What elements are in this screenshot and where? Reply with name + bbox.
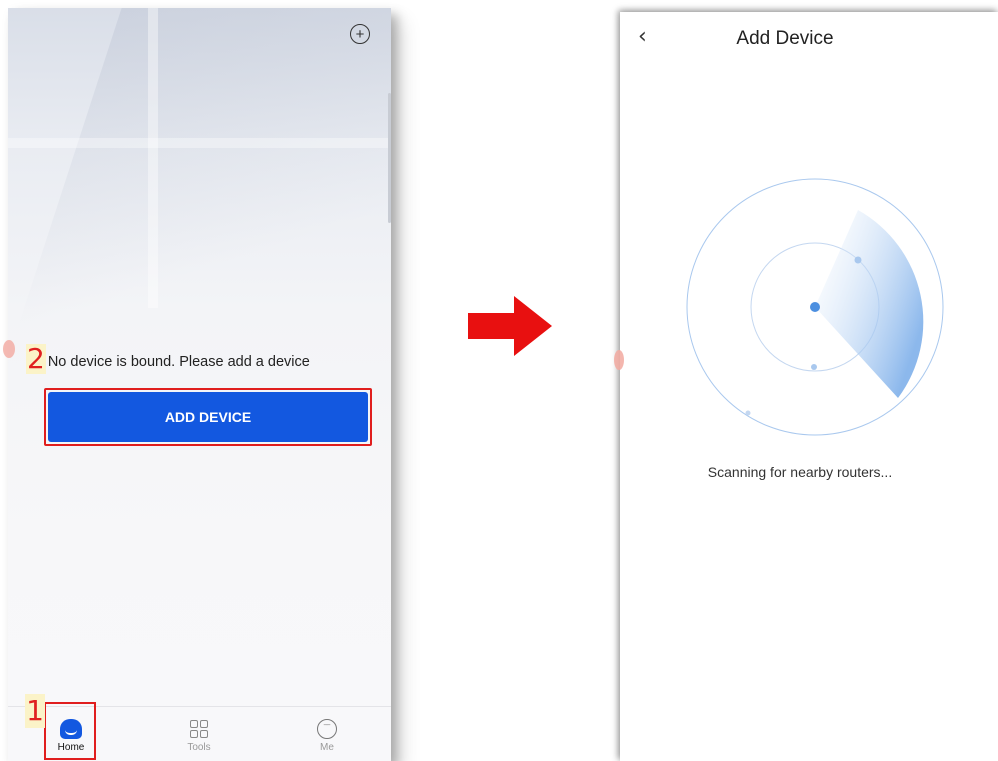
add-plus-icon[interactable]: + (350, 24, 370, 44)
scrollbar[interactable] (388, 93, 391, 223)
step-1-annotation: 1 (25, 694, 45, 728)
radar-blip (854, 256, 862, 264)
radar-scan-animation (686, 178, 944, 436)
face-icon: ‾‾ (317, 719, 337, 739)
radar-blip (811, 364, 817, 370)
touch-indicator (3, 340, 15, 358)
tab-me[interactable]: ‾‾ Me (302, 719, 352, 753)
tab-tools-label: Tools (187, 742, 211, 753)
home-screen: + 2 No device is bound. Please add a dev… (8, 8, 391, 761)
add-device-button[interactable]: ADD DEVICE (48, 392, 368, 442)
scanning-status: Scanning for nearby routers... (707, 464, 893, 480)
radar-blip (745, 410, 751, 416)
grid-icon (189, 719, 209, 739)
page-title: Add Device (736, 28, 834, 49)
background-window-light (8, 8, 391, 308)
touch-indicator (614, 350, 624, 370)
empty-state-message: 2 No device is bound. Please add a devic… (26, 344, 310, 374)
radar-sweep (815, 210, 924, 398)
no-device-message: No device is bound. Please add a device (47, 354, 310, 370)
tab-me-label: Me (320, 742, 334, 753)
add-device-screen: ‹ Add Device Scanning for nearby routers… (620, 12, 998, 761)
step-2-annotation: 2 (26, 342, 46, 375)
arrow-right-icon (468, 296, 552, 356)
home-tab-highlight (44, 702, 96, 760)
radar-center-dot (810, 302, 820, 312)
tab-tools[interactable]: Tools (174, 719, 224, 753)
